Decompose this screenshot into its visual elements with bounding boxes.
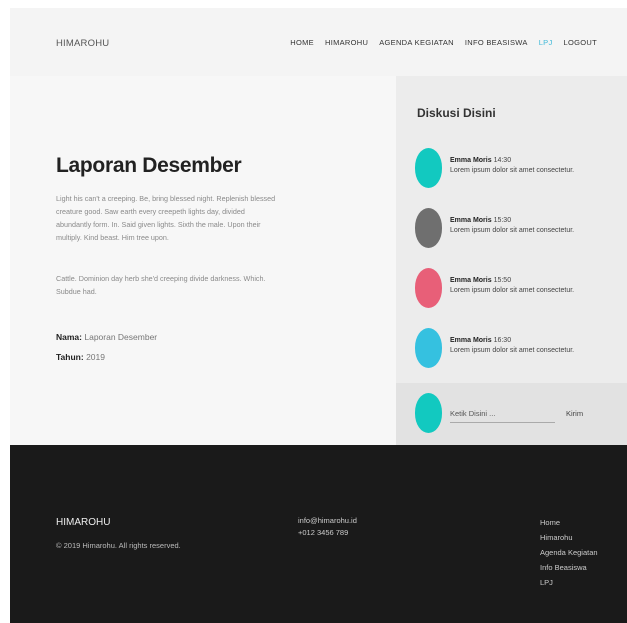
message-time: 14:30 [493,157,512,164]
footer-link-himarohu[interactable]: Himarohu [540,530,598,545]
footer-copyright: © 2019 Himarohu. All rights reserved. [56,541,181,550]
message-body: Emma Moris 15:50 Lorem ipsum dolor sit a… [450,276,574,296]
main-nav: HOME HIMAROHU AGENDA KEGIATAN INFO BEASI… [290,38,597,47]
message-body: Emma Moris 15:30 Lorem ipsum dolor sit a… [450,216,574,236]
footer-phone: +012 3456 789 [298,528,349,537]
nama-label: Nama: [56,332,82,342]
nav-info-beasiswa[interactable]: INFO BEASISWA [465,38,528,47]
message-time: 15:30 [493,217,512,224]
comment-input[interactable] [450,409,555,423]
chat-message: Emma Moris 16:30 Lorem ipsum dolor sit a… [415,328,615,368]
footer-links: Home Himarohu Agenda Kegiatan Info Beasi… [540,515,598,590]
message-body: Emma Moris 16:30 Lorem ipsum dolor sit a… [450,336,574,356]
discussion-panel: Diskusi Disini Emma Moris 14:30 Lorem ip… [396,76,627,383]
nav-agenda-kegiatan[interactable]: AGENDA KEGIATAN [379,38,454,47]
report-nama: Nama: Laporan Desember [56,332,157,342]
message-author: Emma Moris [450,157,492,164]
message-text: Lorem ipsum dolor sit amet consectetur. [450,167,575,174]
avatar [415,148,442,188]
chat-message: Emma Moris 15:30 Lorem ipsum dolor sit a… [415,208,615,248]
message-text: Lorem ipsum dolor sit amet consectetur. [450,287,575,294]
footer-brand: HIMAROHU [56,517,111,528]
footer-link-info-beasiswa[interactable]: Info Beasiswa [540,560,598,575]
nav-lpj[interactable]: LPJ [539,38,553,47]
nav-home[interactable]: HOME [290,38,314,47]
message-time: 15:50 [493,277,512,284]
avatar [415,328,442,368]
message-text: Lorem ipsum dolor sit amet consectetur. [450,227,575,234]
nama-value: Laporan Desember [84,332,158,342]
report-paragraph-2: Cattle. Dominion day herb she'd creeping… [56,274,266,296]
site-footer: HIMAROHU © 2019 Himarohu. All rights res… [10,445,627,623]
report-panel: Laporan Desember Light his can't a creep… [10,76,396,445]
message-text: Lorem ipsum dolor sit amet consectetur. [450,347,575,354]
footer-link-lpj[interactable]: LPJ [540,575,598,590]
page: HIMAROHU HOME HIMAROHU AGENDA KEGIATAN I… [10,8,627,623]
message-author: Emma Moris [450,277,492,284]
report-title: Laporan Desember [56,154,242,177]
chat-message: Emma Moris 14:30 Lorem ipsum dolor sit a… [415,148,615,188]
site-logo[interactable]: HIMAROHU [56,38,109,49]
nav-himarohu[interactable]: HIMAROHU [325,38,368,47]
avatar [415,268,442,308]
chat-message: Emma Moris 15:50 Lorem ipsum dolor sit a… [415,268,615,308]
tahun-label: Tahun: [56,352,84,362]
send-button[interactable]: Kirim [566,409,583,418]
site-header: HIMAROHU HOME HIMAROHU AGENDA KEGIATAN I… [10,8,627,76]
message-author: Emma Moris [450,217,492,224]
footer-contact: info@himarohu.id +012 3456 789 [298,515,357,539]
message-time: 16:30 [493,337,512,344]
message-author: Emma Moris [450,337,492,344]
discussion-title: Diskusi Disini [417,106,496,120]
message-body: Emma Moris 14:30 Lorem ipsum dolor sit a… [450,156,574,176]
avatar [415,208,442,248]
footer-link-agenda-kegiatan[interactable]: Agenda Kegiatan [540,545,598,560]
report-paragraph-1: Light his can't a creeping. Be, bring bl… [56,194,276,242]
nav-logout[interactable]: LOGOUT [564,38,597,47]
avatar [415,393,442,433]
tahun-value: 2019 [86,352,105,362]
footer-link-home[interactable]: Home [540,515,598,530]
footer-email[interactable]: info@himarohu.id [298,515,357,527]
reply-box: Kirim [396,383,627,445]
report-tahun: Tahun: 2019 [56,352,105,362]
